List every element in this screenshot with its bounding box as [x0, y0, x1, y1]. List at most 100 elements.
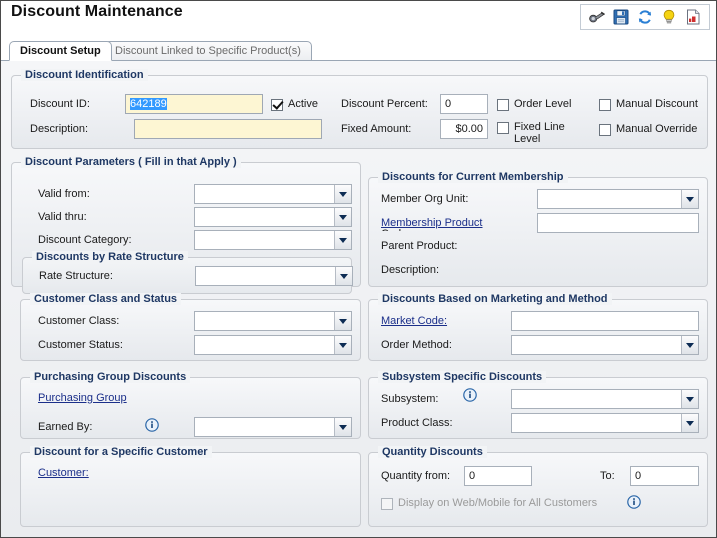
chevron-down-icon[interactable]	[681, 390, 698, 408]
market-code-link[interactable]: Market Code:	[381, 315, 447, 327]
valid-thru-combo[interactable]	[194, 207, 352, 227]
group-quantity-discounts: Quantity Discounts Quantity from: 0 To: …	[368, 446, 708, 527]
group-customer-class-and-status: Customer Class and Status Customer Class…	[20, 293, 361, 361]
chevron-down-icon[interactable]	[334, 208, 351, 226]
product-class-label: Product Class:	[381, 417, 453, 429]
quantity-from-input[interactable]: 0	[464, 466, 532, 486]
active-label: Active	[288, 98, 318, 110]
earned-by-label: Earned By:	[38, 421, 93, 433]
chevron-down-icon[interactable]	[334, 418, 351, 436]
membership-description-label: Description:	[381, 264, 440, 276]
fixed-line-level-checkbox[interactable]: Fixed Line Level	[497, 121, 572, 145]
order-level-label: Order Level	[514, 98, 572, 110]
group-legend: Discounts by Rate Structure	[32, 251, 188, 263]
group-discounts-for-current-membership: Discounts for Current Membership Member …	[368, 171, 708, 287]
manual-discount-checkbox[interactable]: Manual Discount	[599, 98, 698, 111]
report-icon[interactable]	[684, 8, 702, 26]
checkbox-box	[599, 124, 611, 136]
group-legend: Discounts for Current Membership	[378, 171, 568, 183]
form-body: Discount Identification Discount ID: 642…	[1, 61, 716, 537]
fixed-amount-label: Fixed Amount:	[341, 123, 412, 135]
manual-discount-label: Manual Discount	[616, 98, 698, 110]
customer-status-combo[interactable]	[194, 335, 352, 355]
discount-maintenance-window: Discount Maintenance Discount Setup Disc…	[0, 0, 717, 538]
discount-id-value: 642189	[130, 98, 167, 110]
to-input[interactable]: 0	[630, 466, 699, 486]
order-method-label: Order Method:	[381, 339, 452, 351]
group-discounts-by-rate-structure: Discounts by Rate Structure Rate Structu…	[22, 251, 353, 294]
chevron-down-icon[interactable]	[334, 185, 351, 203]
window-header: Discount Maintenance	[1, 1, 716, 39]
lightbulb-icon[interactable]	[660, 8, 678, 26]
save-icon[interactable]	[612, 8, 630, 26]
order-method-combo[interactable]	[511, 335, 699, 355]
customer-link[interactable]: Customer:	[38, 467, 89, 479]
group-legend: Subsystem Specific Discounts	[378, 371, 547, 383]
checkbox-box	[599, 99, 611, 111]
member-org-unit-combo[interactable]	[537, 189, 699, 209]
rate-structure-combo[interactable]	[195, 266, 353, 286]
membership-product-input[interactable]	[537, 213, 699, 233]
info-icon[interactable]	[145, 418, 159, 432]
info-icon[interactable]	[627, 495, 641, 509]
to-label: To:	[600, 470, 615, 482]
discount-category-combo[interactable]	[194, 230, 352, 250]
customer-class-combo[interactable]	[194, 311, 352, 331]
group-discount-identification: Discount Identification Discount ID: 642…	[11, 69, 708, 149]
description-label: Description:	[30, 123, 89, 135]
valid-from-combo[interactable]	[194, 184, 352, 204]
order-level-checkbox[interactable]: Order Level	[497, 98, 571, 111]
group-discount-parameters: Discount Parameters ( Fill in that Apply…	[11, 156, 361, 294]
display-on-web-mobile-label: Display on Web/Mobile for All Customers	[398, 497, 598, 509]
group-legend: Discount Parameters ( Fill in that Apply…	[21, 156, 241, 168]
chevron-down-icon[interactable]	[334, 231, 351, 249]
market-code-input[interactable]	[511, 311, 699, 331]
earned-by-combo[interactable]	[194, 417, 352, 437]
chevron-down-icon[interactable]	[681, 336, 698, 354]
page-title: Discount Maintenance	[11, 3, 183, 20]
membership-product-sub-label: Code:	[381, 228, 410, 231]
discount-id-input[interactable]: 642189	[125, 94, 263, 114]
discount-id-label: Discount ID:	[30, 98, 90, 110]
group-legend: Discount for a Specific Customer	[30, 446, 212, 458]
manual-override-label: Manual Override	[616, 123, 698, 135]
valid-thru-label: Valid thru:	[38, 211, 87, 223]
refresh-icon[interactable]	[636, 8, 654, 26]
checkbox-box	[381, 498, 393, 510]
fixed-amount-input[interactable]: $0.00	[440, 119, 488, 139]
group-legend: Discount Identification	[21, 69, 148, 81]
customer-class-label: Customer Class:	[38, 315, 120, 327]
tab-discount-setup[interactable]: Discount Setup	[9, 41, 112, 61]
quantity-from-label: Quantity from:	[381, 470, 451, 482]
display-on-web-mobile-checkbox[interactable]: Display on Web/Mobile for All Customers	[381, 497, 597, 510]
info-icon[interactable]	[463, 388, 477, 402]
chevron-down-icon[interactable]	[681, 414, 698, 432]
chevron-down-icon[interactable]	[334, 312, 351, 330]
binoculars-icon[interactable]	[588, 8, 606, 26]
checkbox-box	[271, 99, 283, 111]
rate-structure-label: Rate Structure:	[39, 270, 113, 282]
active-checkbox[interactable]: Active	[271, 98, 318, 111]
product-class-combo[interactable]	[511, 413, 699, 433]
chevron-down-icon[interactable]	[681, 190, 698, 208]
tab-discount-linked-products[interactable]: Discount Linked to Specific Product(s)	[104, 41, 312, 61]
discount-percent-input[interactable]: 0	[440, 94, 488, 114]
parent-product-label: Parent Product:	[381, 240, 458, 252]
fixed-line-level-label: Fixed Line Level	[514, 121, 565, 145]
chevron-down-icon[interactable]	[335, 267, 352, 285]
group-discounts-marketing-and-method: Discounts Based on Marketing and Method …	[368, 293, 708, 361]
purchasing-group-link[interactable]: Purchasing Group	[38, 392, 127, 404]
group-legend: Purchasing Group Discounts	[30, 371, 191, 383]
subsystem-label: Subsystem:	[381, 393, 439, 405]
customer-status-label: Customer Status:	[38, 339, 123, 351]
group-subsystem-specific-discounts: Subsystem Specific Discounts Subsystem: …	[368, 371, 708, 439]
group-legend: Quantity Discounts	[378, 446, 487, 458]
description-input[interactable]	[134, 119, 322, 139]
manual-override-checkbox[interactable]: Manual Override	[599, 123, 697, 136]
group-legend: Customer Class and Status	[30, 293, 182, 305]
chevron-down-icon[interactable]	[334, 336, 351, 354]
group-discount-for-specific-customer: Discount for a Specific Customer Custome…	[20, 446, 361, 527]
valid-from-label: Valid from:	[38, 188, 90, 200]
subsystem-combo[interactable]	[511, 389, 699, 409]
discount-percent-label: Discount Percent:	[341, 98, 428, 110]
